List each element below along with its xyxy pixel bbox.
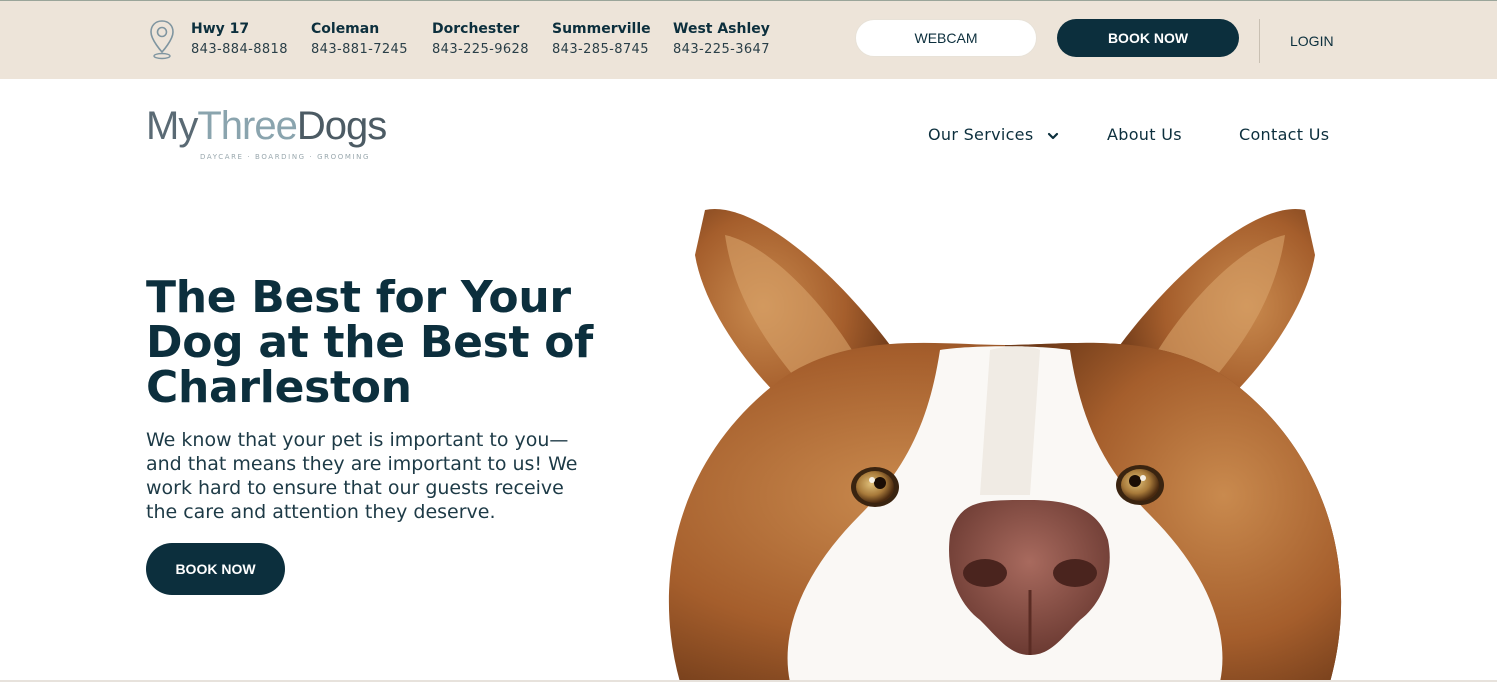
nav-about-us[interactable]: About Us [1107,125,1182,144]
location-hwy17[interactable]: Hwy 17 843-884-8818 [191,21,288,57]
logo-part-three: Three [197,104,297,148]
location-name: Hwy 17 [191,21,250,37]
logo-part-my: My [146,104,198,148]
nav-contact-us[interactable]: Contact Us [1239,125,1329,144]
location-phone[interactable]: 843-881-7245 [311,42,408,57]
location-dorchester[interactable]: Dorchester 843-225-9628 [432,21,529,57]
topbar-divider [1259,19,1260,63]
location-coleman[interactable]: Coleman 843-881-7245 [311,21,408,57]
hero-dog-image [668,208,1342,682]
nav-label: Our Services [928,125,1034,144]
location-phone[interactable]: 843-225-3647 [673,42,770,57]
location-name: Summerville [552,21,651,37]
site-logo[interactable]: MyThreeDogs DAYCARE · BOARDING · GROOMIN… [146,106,406,166]
location-name: Dorchester [432,21,520,37]
location-phone[interactable]: 843-285-8745 [552,42,651,57]
logo-tagline: DAYCARE · BOARDING · GROOMING [200,153,371,161]
book-now-button-top[interactable]: BOOK NOW [1057,19,1239,57]
location-phone[interactable]: 843-884-8818 [191,42,288,57]
chevron-down-icon [1047,132,1058,139]
location-name: West Ashley [673,21,770,37]
webcam-button[interactable]: WEBCAM [855,19,1037,57]
top-bar: Hwy 17 843-884-8818 Coleman 843-881-7245… [0,0,1497,79]
location-west-ashley[interactable]: West Ashley 843-225-3647 [673,21,770,57]
hero-title: The Best for Your Dog at the Best of Cha… [146,272,594,413]
hero-description: We know that your pet is important to yo… [146,429,578,523]
nav-our-services[interactable]: Our Services [928,125,1059,144]
login-link[interactable]: LOGIN [1290,33,1334,49]
logo-part-dogs: Dogs [296,104,387,148]
book-now-button-hero[interactable]: BOOK NOW [146,543,285,595]
location-pin-icon [150,20,174,60]
logo-wordmark: MyThreeDogs [146,106,406,146]
location-name: Coleman [311,21,380,37]
location-summerville[interactable]: Summerville 843-285-8745 [552,21,651,57]
location-phone[interactable]: 843-225-9628 [432,42,529,57]
